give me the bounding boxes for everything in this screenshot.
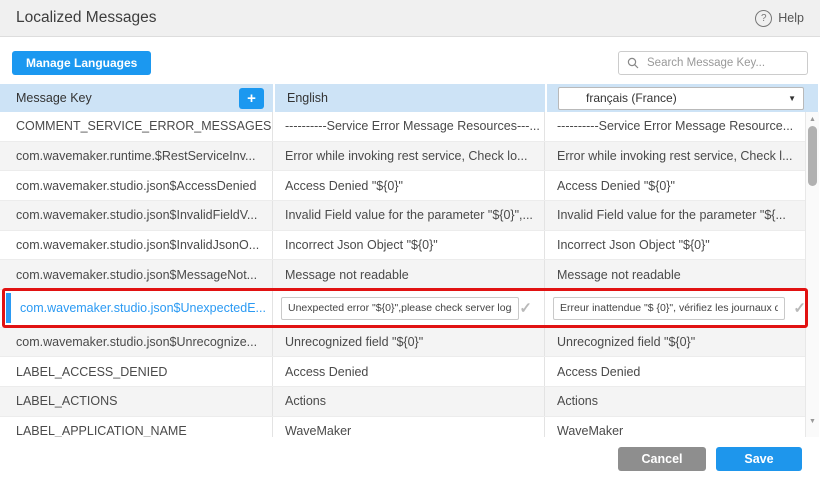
message-key-cell[interactable]: com.wavemaker.studio.json$MessageNot... bbox=[0, 260, 273, 289]
french-edit-cell: ✓ bbox=[545, 290, 818, 326]
english-cell[interactable]: ----------Service Error Message Resource… bbox=[273, 112, 545, 141]
table-row: com.wavemaker.studio.json$Unrecognize...… bbox=[0, 328, 818, 358]
english-cell[interactable]: Incorrect Json Object "${0}" bbox=[273, 231, 545, 260]
selected-row-indicator bbox=[6, 293, 11, 322]
save-button[interactable]: Save bbox=[716, 447, 802, 471]
french-cell[interactable]: Actions bbox=[545, 387, 818, 416]
column-header-english: English bbox=[273, 84, 545, 112]
confirm-check-icon[interactable]: ✓ bbox=[519, 299, 532, 317]
page-title: Localized Messages bbox=[16, 9, 156, 27]
french-cell[interactable]: Access Denied bbox=[545, 357, 818, 386]
table-row: com.wavemaker.studio.json$InvalidFieldV.… bbox=[0, 201, 818, 231]
scroll-up-icon[interactable]: ▲ bbox=[806, 116, 819, 123]
table-row: LABEL_ACCESS_DENIED Access Denied Access… bbox=[0, 357, 818, 387]
table-row-selected: com.wavemaker.studio.json$UnexpectedE...… bbox=[0, 290, 818, 327]
message-key-cell[interactable]: com.wavemaker.studio.json$AccessDenied bbox=[0, 171, 273, 200]
add-message-key-button[interactable]: + bbox=[239, 88, 264, 109]
help-button[interactable]: ? Help bbox=[755, 10, 804, 27]
locale-select[interactable]: français (France) ▼ bbox=[558, 87, 804, 110]
french-cell[interactable]: Unrecognized field "${0}" bbox=[545, 328, 818, 357]
message-key-cell[interactable]: com.wavemaker.studio.json$InvalidJsonO..… bbox=[0, 231, 273, 260]
title-bar: Localized Messages ? Help bbox=[0, 0, 820, 37]
search-input[interactable] bbox=[645, 56, 799, 70]
table-row: com.wavemaker.studio.json$InvalidJsonO..… bbox=[0, 231, 818, 261]
column-header-message-key: Message Key + bbox=[0, 84, 273, 112]
message-key-cell[interactable]: com.wavemaker.studio.json$Unrecognize... bbox=[0, 328, 273, 357]
french-cell[interactable]: Incorrect Json Object "${0}" bbox=[545, 231, 818, 260]
table-body: COMMENT_SERVICE_ERROR_MESSAGES ---------… bbox=[0, 112, 818, 437]
message-key-cell[interactable]: LABEL_ACCESS_DENIED bbox=[0, 357, 273, 386]
cancel-button[interactable]: Cancel bbox=[618, 447, 706, 471]
english-edit-cell: ✓ bbox=[273, 290, 545, 326]
message-key-cell[interactable]: LABEL_APPLICATION_NAME bbox=[0, 417, 273, 437]
manage-languages-button[interactable]: Manage Languages bbox=[12, 51, 151, 75]
english-cell[interactable]: Message not readable bbox=[273, 260, 545, 289]
message-key-cell[interactable]: com.wavemaker.runtime.$RestServiceInv... bbox=[0, 142, 273, 171]
french-message-input[interactable] bbox=[553, 297, 785, 320]
vertical-scrollbar[interactable]: ▲ ▼ bbox=[805, 112, 819, 437]
column-header-locale: français (France) ▼ bbox=[545, 84, 818, 112]
table-header: Message Key + English français (France) … bbox=[0, 84, 818, 112]
english-cell[interactable]: WaveMaker bbox=[273, 417, 545, 437]
table-row: LABEL_ACTIONS Actions Actions bbox=[0, 387, 818, 417]
table-row: com.wavemaker.studio.json$MessageNot... … bbox=[0, 260, 818, 290]
english-cell[interactable]: Access Denied "${0}" bbox=[273, 171, 545, 200]
message-key-cell[interactable]: com.wavemaker.studio.json$InvalidFieldV.… bbox=[0, 201, 273, 230]
english-message-input[interactable] bbox=[281, 297, 519, 320]
english-cell[interactable]: Access Denied bbox=[273, 357, 545, 386]
locale-select-value: français (France) bbox=[586, 91, 677, 105]
english-cell[interactable]: Unrecognized field "${0}" bbox=[273, 328, 545, 357]
french-cell[interactable]: Error while invoking rest service, Check… bbox=[545, 142, 818, 171]
message-key-cell[interactable]: COMMENT_SERVICE_ERROR_MESSAGES bbox=[0, 112, 273, 141]
help-label: Help bbox=[778, 11, 804, 25]
help-icon: ? bbox=[755, 10, 772, 27]
localized-messages-dialog: Localized Messages ? Help Manage Languag… bbox=[0, 0, 820, 487]
scrollbar-thumb[interactable] bbox=[808, 126, 817, 186]
table-row: com.wavemaker.runtime.$RestServiceInv...… bbox=[0, 142, 818, 172]
message-key-cell-selected[interactable]: com.wavemaker.studio.json$UnexpectedE... bbox=[0, 290, 273, 326]
english-cell[interactable]: Invalid Field value for the parameter "$… bbox=[273, 201, 545, 230]
search-icon bbox=[627, 57, 639, 69]
search-box[interactable] bbox=[618, 51, 808, 75]
table-row: LABEL_APPLICATION_NAME WaveMaker WaveMak… bbox=[0, 417, 818, 437]
french-cell[interactable]: Message not readable bbox=[545, 260, 818, 289]
table-row: COMMENT_SERVICE_ERROR_MESSAGES ---------… bbox=[0, 112, 818, 142]
english-cell[interactable]: Actions bbox=[273, 387, 545, 416]
dropdown-arrow-icon: ▼ bbox=[788, 94, 796, 103]
french-cell[interactable]: ----------Service Error Message Resource… bbox=[545, 112, 818, 141]
message-key-cell[interactable]: LABEL_ACTIONS bbox=[0, 387, 273, 416]
scroll-down-icon[interactable]: ▼ bbox=[806, 418, 819, 425]
english-cell[interactable]: Error while invoking rest service, Check… bbox=[273, 142, 545, 171]
french-cell[interactable]: Invalid Field value for the parameter "$… bbox=[545, 201, 818, 230]
table-row: com.wavemaker.studio.json$AccessDenied A… bbox=[0, 171, 818, 201]
french-cell[interactable]: WaveMaker bbox=[545, 417, 818, 437]
french-cell[interactable]: Access Denied "${0}" bbox=[545, 171, 818, 200]
